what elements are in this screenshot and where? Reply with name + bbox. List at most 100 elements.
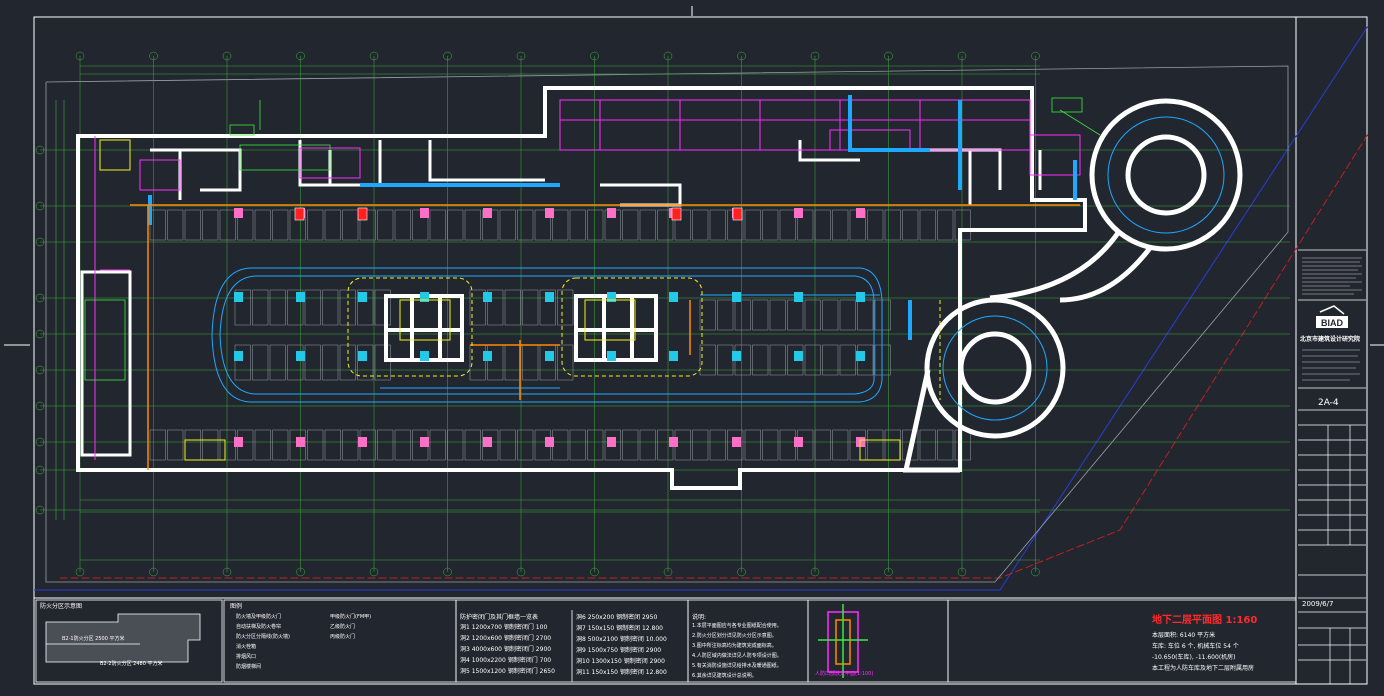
zone-label-1: B2-1防火分区 2500 平方米 (62, 636, 125, 642)
parking-stall (342, 429, 359, 461)
parking-stall (569, 429, 586, 461)
parking-stall (374, 344, 391, 381)
parking-stall (149, 209, 166, 241)
parking-stall (709, 429, 726, 461)
column (296, 437, 305, 447)
list-item: 洞7 150x150 钢制密闭 12.800 (576, 625, 663, 632)
list-item: 自动扶梯及防火卷帘 (236, 624, 282, 630)
column (794, 208, 803, 218)
column (420, 351, 429, 361)
parking-stall (202, 209, 219, 241)
drawing-number: 2A-4 (1318, 398, 1339, 408)
parking-stall (342, 209, 359, 241)
column (856, 208, 865, 218)
parking-stall (522, 344, 539, 381)
column (607, 437, 616, 447)
parking-stall (394, 209, 411, 241)
parking-stall (272, 209, 289, 241)
site-boundary-red (60, 133, 1369, 579)
list-item: 防火墙及甲级防火门 (236, 614, 282, 620)
parking-stall (167, 209, 184, 241)
list-item: 防火分区分隔线(防火墙) (236, 634, 290, 640)
list-item: 洞1 1200x700 钢制密闭门 100 (460, 624, 548, 631)
parking-note: 车库: 车位 6 个, 机械车位 54 个 (1152, 643, 1239, 650)
parking-stall (874, 344, 891, 376)
list-item: 1.本层平面图应与各专业图纸配合使用。 (692, 623, 782, 629)
parking-stall (322, 344, 339, 381)
column (794, 437, 803, 447)
parking-stall (779, 209, 796, 241)
parking-stall (902, 209, 919, 241)
parking-stall (937, 429, 954, 461)
parking-stall (762, 209, 779, 241)
parking-stall (569, 209, 586, 241)
parking-stall (464, 429, 481, 461)
parking-stall (504, 344, 521, 381)
list-item: 4.人防区域内做法详见人防专项设计图。 (692, 653, 782, 659)
parking-stall (539, 344, 556, 381)
section-detail (818, 604, 868, 678)
parking-stall (304, 289, 321, 326)
column (669, 437, 678, 447)
parking-stall (202, 429, 219, 461)
column (483, 351, 492, 361)
parking-stall (357, 344, 374, 381)
parking-stall (587, 209, 604, 241)
list-item: 洞5 1500x1200 钢制密闭门 2650 (460, 668, 555, 675)
parking-stall (639, 209, 656, 241)
column (296, 292, 305, 302)
parking-stall (717, 299, 734, 331)
parking-stall (252, 289, 269, 326)
parking-stall (804, 299, 821, 331)
parking-stall (717, 344, 734, 376)
column (234, 208, 243, 218)
parking-stall (752, 299, 769, 331)
list-item: 洞6 250x200 钢制密闭 2950 (576, 614, 658, 621)
column (732, 437, 741, 447)
column (234, 351, 243, 361)
parking-stall (377, 429, 394, 461)
company-name: 北京市建筑设计研究院 (1300, 336, 1361, 343)
list-item: 甲级防火门(FM甲) (330, 614, 372, 620)
list-item: 防烟楼梯间 (236, 664, 262, 670)
column (732, 351, 741, 361)
parking-stall (919, 209, 936, 241)
column (358, 437, 367, 447)
parking-stall (307, 209, 324, 241)
parking-stall (322, 289, 339, 326)
column (483, 437, 492, 447)
parking-stall (804, 344, 821, 376)
parking-stall (517, 429, 534, 461)
column (234, 437, 243, 447)
parking-stall (734, 299, 751, 331)
columns (234, 208, 865, 447)
parking-stall (744, 429, 761, 461)
column (234, 292, 243, 302)
list-item: 6.其余详见建筑设计总说明。 (692, 673, 757, 679)
parking-stall (499, 209, 516, 241)
parking-stall (874, 299, 891, 331)
parking-stall (639, 429, 656, 461)
parking-stall (552, 429, 569, 461)
fire-zone-title: 防火分区示意图 (40, 603, 83, 610)
drive-lanes (211, 267, 883, 403)
parking-stall (324, 209, 341, 241)
parking-stall (254, 429, 271, 461)
parking-stall (377, 209, 394, 241)
column (545, 437, 554, 447)
list-item: 洞3 4000x600 钢制密闭门 2900 (460, 646, 552, 653)
door-schedule-title: 防护密闭门及其门框墙一览表 (460, 614, 539, 621)
parking-stall (884, 209, 901, 241)
column (607, 351, 616, 361)
column (669, 351, 678, 361)
column (296, 351, 305, 361)
column (794, 292, 803, 302)
exterior-walls (76, 86, 1087, 490)
drawing-date: 2009/6/7 (1302, 600, 1334, 608)
parking-stall (954, 429, 971, 461)
parking-stall (429, 429, 446, 461)
list-item: 洞4 1000x2200 钢制密闭门 700 (460, 657, 552, 664)
dimension-lines (55, 65, 1040, 561)
parking-stall (552, 209, 569, 241)
section-note: 人防口部放大平面(1:100) (815, 671, 874, 677)
